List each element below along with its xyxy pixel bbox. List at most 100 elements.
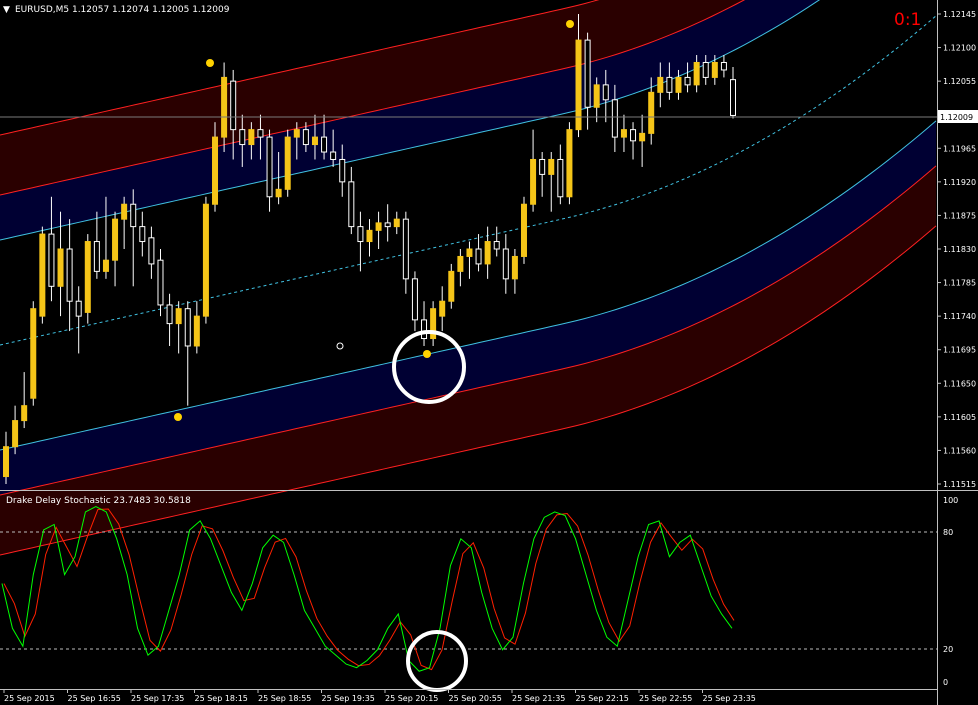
candle [384, 204, 391, 242]
signal-dot-icon [566, 20, 574, 28]
candle [493, 226, 500, 257]
candle [184, 301, 191, 406]
bear-candle-body [257, 129, 264, 138]
price-label: 1.11560 [943, 446, 976, 455]
price-label: 1.12145 [943, 10, 976, 19]
price-label: 1.12055 [943, 77, 976, 86]
candle [75, 286, 82, 354]
price-label: 1.11605 [943, 413, 976, 422]
candle [348, 166, 355, 235]
bear-candle-body [339, 158, 346, 183]
bear-candle-body [584, 39, 591, 108]
time-label: 25 Sep 18:55 [258, 694, 311, 703]
bull-candle-body [30, 308, 37, 399]
price-label: 1.12100 [943, 44, 976, 53]
bull-candle-body [275, 188, 282, 198]
bear-candle-body [330, 151, 337, 160]
time-label: 25 Sep 18:15 [195, 694, 248, 703]
candle [548, 152, 555, 212]
bull-candle-body [657, 76, 664, 93]
bull-candle-body [221, 76, 228, 138]
candle [21, 372, 28, 429]
candle [520, 196, 527, 264]
bear-candle-body [184, 308, 191, 347]
bull-candle-body [175, 308, 182, 325]
time-label: 25 Sep 22:55 [639, 694, 692, 703]
bear-candle-body [157, 259, 164, 306]
indicator-level-label: 20 [943, 645, 953, 654]
candle [457, 249, 464, 287]
candle [484, 226, 491, 279]
channel-bands [0, 0, 937, 556]
candle [266, 129, 273, 212]
candle [402, 211, 409, 294]
candle [720, 55, 727, 78]
indicator-header: Drake Delay Stochastic 23.7483 30.5818 [6, 496, 191, 506]
bull-candle-body [311, 136, 318, 146]
bull-candle-body [248, 129, 255, 146]
bear-candle-body [730, 79, 736, 116]
bear-candle-body [66, 248, 73, 302]
bear-candle-body [148, 237, 155, 265]
bull-candle-body [84, 241, 91, 313]
bull-candle-body [575, 39, 582, 131]
price-label: 1.11875 [943, 211, 976, 220]
candle [148, 226, 155, 279]
candle [30, 301, 37, 406]
bear-candle-body [239, 129, 246, 146]
bull-candle-body [193, 315, 200, 347]
bull-candle-body [21, 405, 28, 422]
bear-candle-body [421, 319, 428, 340]
candle [539, 152, 546, 197]
bull-candle-body [366, 229, 373, 243]
bull-candle-body [711, 61, 718, 78]
stochastic-lines [1, 506, 735, 672]
bear-candle-body [402, 218, 409, 280]
signal-dot-icon [423, 350, 431, 358]
bull-candle-body [520, 203, 527, 257]
bull-candle-body [293, 129, 300, 138]
bull-candle-body [375, 222, 382, 231]
chart-canvas[interactable]: ▼ EURUSD,M5 1.12057 1.12074 1.12005 1.12… [0, 0, 978, 705]
candle [393, 211, 400, 235]
price-label: 1.11965 [943, 144, 976, 153]
candle [112, 211, 119, 287]
bear-candle-body [384, 222, 391, 228]
bull-candle-body [212, 136, 219, 205]
time-label: 25 Sep 20:15 [385, 694, 438, 703]
candle [730, 66, 736, 119]
bull-candle-body [593, 84, 600, 108]
candle [639, 114, 646, 167]
time-axis[interactable]: 25 Sep 2015 25 Sep 16:55 25 Sep 17:35 25 Se… [3, 689, 756, 703]
price-label: 1.11515 [943, 480, 976, 489]
bear-candle-body [493, 241, 500, 250]
bull-candle-body [693, 61, 700, 86]
candle [502, 234, 509, 294]
bear-candle-body [475, 248, 482, 265]
candle [66, 219, 73, 332]
price-label: 1.11785 [943, 279, 976, 288]
time-label: 25 Sep 21:35 [512, 694, 565, 703]
bull-candle-body [12, 420, 19, 448]
bear-candle-body [666, 76, 673, 93]
candle [620, 114, 627, 153]
bear-candle-body [720, 61, 727, 71]
bull-candle-body [566, 129, 573, 198]
bull-candle-body [511, 255, 518, 280]
bull-candle-body [448, 270, 455, 302]
bear-candle-body [48, 233, 55, 287]
mt4-chart-window[interactable]: ▼ EURUSD,M5 1.12057 1.12074 1.12005 1.12… [0, 0, 978, 705]
bear-candle-body [348, 181, 355, 228]
candle [448, 263, 455, 309]
price-axis[interactable]: 1.12145 1.12100 1.12055 1.11965 1.11920 1.118… [937, 10, 976, 489]
signal-dot-icon [174, 413, 182, 421]
symbol-menu-arrow-icon[interactable]: ▼ [3, 5, 10, 15]
bull-candle-body [439, 300, 446, 317]
bear-candle-body [302, 129, 309, 146]
bear-candle-body [611, 99, 618, 138]
bull-candle-body [620, 129, 627, 138]
bull-candle-body [530, 158, 537, 205]
candle [3, 431, 9, 484]
indicator-axis: 100 80 20 0 [943, 496, 958, 687]
bull-candle-body [39, 233, 46, 317]
